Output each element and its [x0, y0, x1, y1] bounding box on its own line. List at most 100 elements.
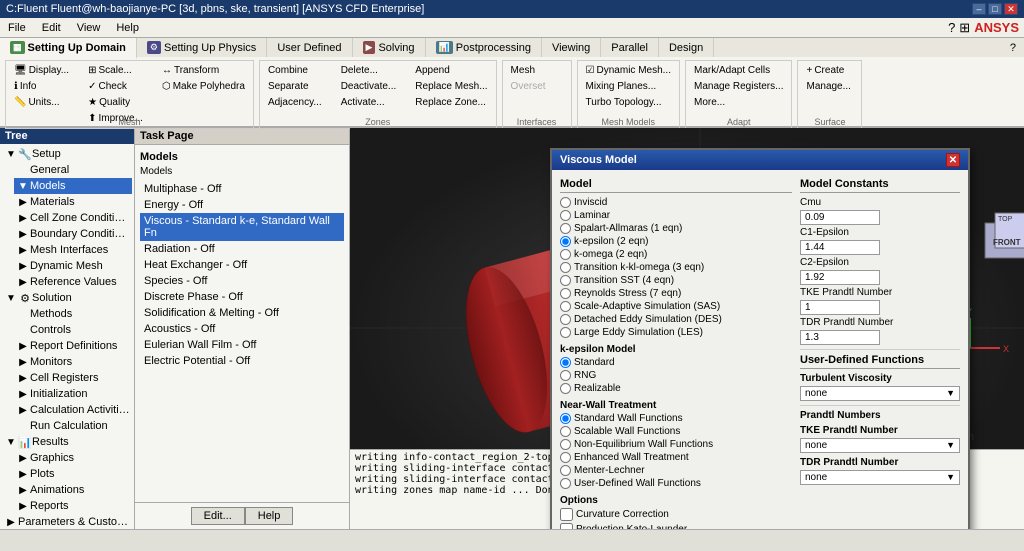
btn-mesh-interface[interactable]: Mesh: [507, 63, 550, 78]
btn-append[interactable]: Append: [411, 63, 491, 78]
btn-mixing-planes[interactable]: Mixing Planes...: [582, 79, 675, 94]
tree-item-controls[interactable]: Controls: [14, 322, 132, 338]
tab-setting-up-physics[interactable]: ⚙ Setting Up Physics: [137, 38, 267, 57]
const-tdrprandtl-value[interactable]: [800, 330, 880, 345]
tree-item-materials[interactable]: ▶ Materials: [14, 194, 132, 210]
maximize-button[interactable]: □: [988, 3, 1002, 15]
minimize-button[interactable]: –: [972, 3, 986, 15]
tree-item-setup[interactable]: ▼ 🔧 Setup: [2, 146, 132, 162]
tree-item-graphics[interactable]: ▶ Graphics: [14, 450, 132, 466]
btn-separate[interactable]: Separate: [264, 79, 326, 94]
btn-manage-surface[interactable]: Manage...: [802, 79, 854, 94]
btn-overset[interactable]: Overset: [507, 79, 550, 94]
radio-sas[interactable]: Scale-Adaptive Simulation (SAS): [560, 301, 792, 312]
btn-check[interactable]: ✓ Check: [84, 79, 147, 94]
menu-help[interactable]: Help: [108, 18, 147, 37]
btn-units[interactable]: 📏 Units...: [10, 95, 73, 110]
btn-quality[interactable]: ★ Quality: [84, 95, 147, 110]
radio-userdefined-wall[interactable]: User-Defined Wall Functions: [560, 478, 792, 489]
btn-mark-adapt[interactable]: Mark/Adapt Cells: [690, 63, 788, 78]
btn-display[interactable]: 🖥 Display...: [10, 63, 73, 78]
tree-item-boundary[interactable]: ▶ Boundary Conditions: [14, 226, 132, 242]
menu-view[interactable]: View: [69, 18, 109, 37]
btn-adapt-more[interactable]: More...: [690, 95, 788, 110]
btn-adjacency[interactable]: Adjacency...: [264, 95, 326, 110]
tree-item-reportdefs[interactable]: ▶ Report Definitions: [14, 338, 132, 354]
btn-dynamic-mesh[interactable]: ☑ Dynamic Mesh...: [582, 63, 675, 78]
edit-button[interactable]: Edit...: [191, 507, 245, 525]
tree-item-meshinterfaces[interactable]: ▶ Mesh Interfaces: [14, 242, 132, 258]
btn-combine[interactable]: Combine: [264, 63, 326, 78]
tree-item-models[interactable]: ▼ Models: [14, 178, 132, 194]
btn-replace-zone[interactable]: Replace Zone...: [411, 95, 491, 110]
tree-item-general[interactable]: General: [14, 162, 132, 178]
tree-item-dynamicmesh[interactable]: ▶ Dynamic Mesh: [14, 258, 132, 274]
model-solidification[interactable]: Solidification & Melting - Off: [140, 305, 344, 321]
tree-item-calcact[interactable]: ▶ Calculation Activities: [14, 402, 132, 418]
radio-les[interactable]: Large Eddy Simulation (LES): [560, 327, 792, 338]
tab-viewing[interactable]: Viewing: [542, 38, 601, 57]
btn-replace-mesh[interactable]: Replace Mesh...: [411, 79, 491, 94]
tab-user-defined[interactable]: User Defined: [267, 38, 352, 57]
radio-standard[interactable]: Standard: [560, 357, 792, 368]
tdr-prandtl-dropdown[interactable]: none ▼: [800, 470, 960, 485]
tree-item-refvalues[interactable]: ▶ Reference Values: [14, 274, 132, 290]
model-electricpotential[interactable]: Electric Potential - Off: [140, 353, 344, 369]
btn-delete[interactable]: Delete...: [337, 63, 401, 78]
model-eulerianwall[interactable]: Eulerian Wall Film - Off: [140, 337, 344, 353]
radio-transition-kkl[interactable]: Transition k-kl-omega (3 eqn): [560, 262, 792, 273]
btn-activate[interactable]: Activate...: [337, 95, 401, 110]
radio-nonequil-wall[interactable]: Non-Equilibrium Wall Functions: [560, 439, 792, 450]
btn-transform[interactable]: ↔ Transform: [158, 63, 249, 78]
btn-make-polyhedra[interactable]: ⬡ Make Polyhedra: [158, 79, 249, 94]
radio-transition-sst[interactable]: Transition SST (4 eqn): [560, 275, 792, 286]
tree-item-results[interactable]: ▼ 📊 Results: [2, 434, 132, 450]
const-cmu-value[interactable]: [800, 210, 880, 225]
tab-design[interactable]: Design: [659, 38, 714, 57]
radio-laminar[interactable]: Laminar: [560, 210, 792, 221]
tab-postprocessing[interactable]: 📊 Postprocessing: [426, 38, 542, 57]
tree-item-monitors[interactable]: ▶ Monitors: [14, 354, 132, 370]
tree-item-init[interactable]: ▶ Initialization: [14, 386, 132, 402]
btn-deactivate[interactable]: Deactivate...: [337, 79, 401, 94]
const-c2epsilon-value[interactable]: [800, 270, 880, 285]
layout-icon[interactable]: ⊞: [959, 20, 970, 36]
close-button[interactable]: ✕: [1004, 3, 1018, 15]
tree-item-plots[interactable]: ▶ Plots: [14, 466, 132, 482]
help-models-button[interactable]: Help: [245, 507, 294, 525]
check-production-kato[interactable]: Production Kato-Launder: [560, 523, 792, 529]
model-species[interactable]: Species - Off: [140, 273, 344, 289]
check-curvature[interactable]: Curvature Correction: [560, 508, 792, 521]
radio-scalable-wall[interactable]: Scalable Wall Functions: [560, 426, 792, 437]
model-heatexchanger[interactable]: Heat Exchanger - Off: [140, 257, 344, 273]
help-icon[interactable]: ?: [948, 20, 955, 35]
btn-info[interactable]: ℹ Info: [10, 79, 73, 94]
tree-item-runcalc[interactable]: Run Calculation: [14, 418, 132, 434]
model-radiation[interactable]: Radiation - Off: [140, 241, 344, 257]
radio-inviscid[interactable]: Inviscid: [560, 197, 792, 208]
tree-item-methods[interactable]: Methods: [14, 306, 132, 322]
radio-realizable[interactable]: Realizable: [560, 383, 792, 394]
radio-enhanced-wall[interactable]: Enhanced Wall Treatment: [560, 452, 792, 463]
model-energy[interactable]: Energy - Off: [140, 197, 344, 213]
radio-rng[interactable]: RNG: [560, 370, 792, 381]
tab-setting-up-domain[interactable]: ▦ Setting Up Domain: [0, 38, 137, 59]
btn-turbo-topology[interactable]: Turbo Topology...: [582, 95, 675, 110]
radio-spalart[interactable]: Spalart-Allmaras (1 eqn): [560, 223, 792, 234]
model-multiphase[interactable]: Multiphase - Off: [140, 181, 344, 197]
model-discretephase[interactable]: Discrete Phase - Off: [140, 289, 344, 305]
tab-solving[interactable]: ▶ Solving: [353, 38, 426, 57]
const-tkeprandtl-value[interactable]: [800, 300, 880, 315]
tree-item-params[interactable]: ▶ Parameters & Customiz...: [2, 514, 132, 529]
turb-visc-dropdown[interactable]: none ▼: [800, 386, 960, 401]
radio-des[interactable]: Detached Eddy Simulation (DES): [560, 314, 792, 325]
tke-prandtl-dropdown[interactable]: none ▼: [800, 438, 960, 453]
tree-item-cellzone[interactable]: ▶ Cell Zone Conditions: [14, 210, 132, 226]
radio-kepsilon[interactable]: k-epsilon (2 eqn): [560, 236, 792, 247]
radio-menter[interactable]: Menter-Lechner: [560, 465, 792, 476]
btn-manage-registers[interactable]: Manage Registers...: [690, 79, 788, 94]
tree-item-reports[interactable]: ▶ Reports: [14, 498, 132, 514]
dialog-close-button[interactable]: ✕: [946, 153, 960, 167]
btn-scale[interactable]: ⊞ Scale...: [84, 63, 147, 78]
radio-reynolds[interactable]: Reynolds Stress (7 eqn): [560, 288, 792, 299]
